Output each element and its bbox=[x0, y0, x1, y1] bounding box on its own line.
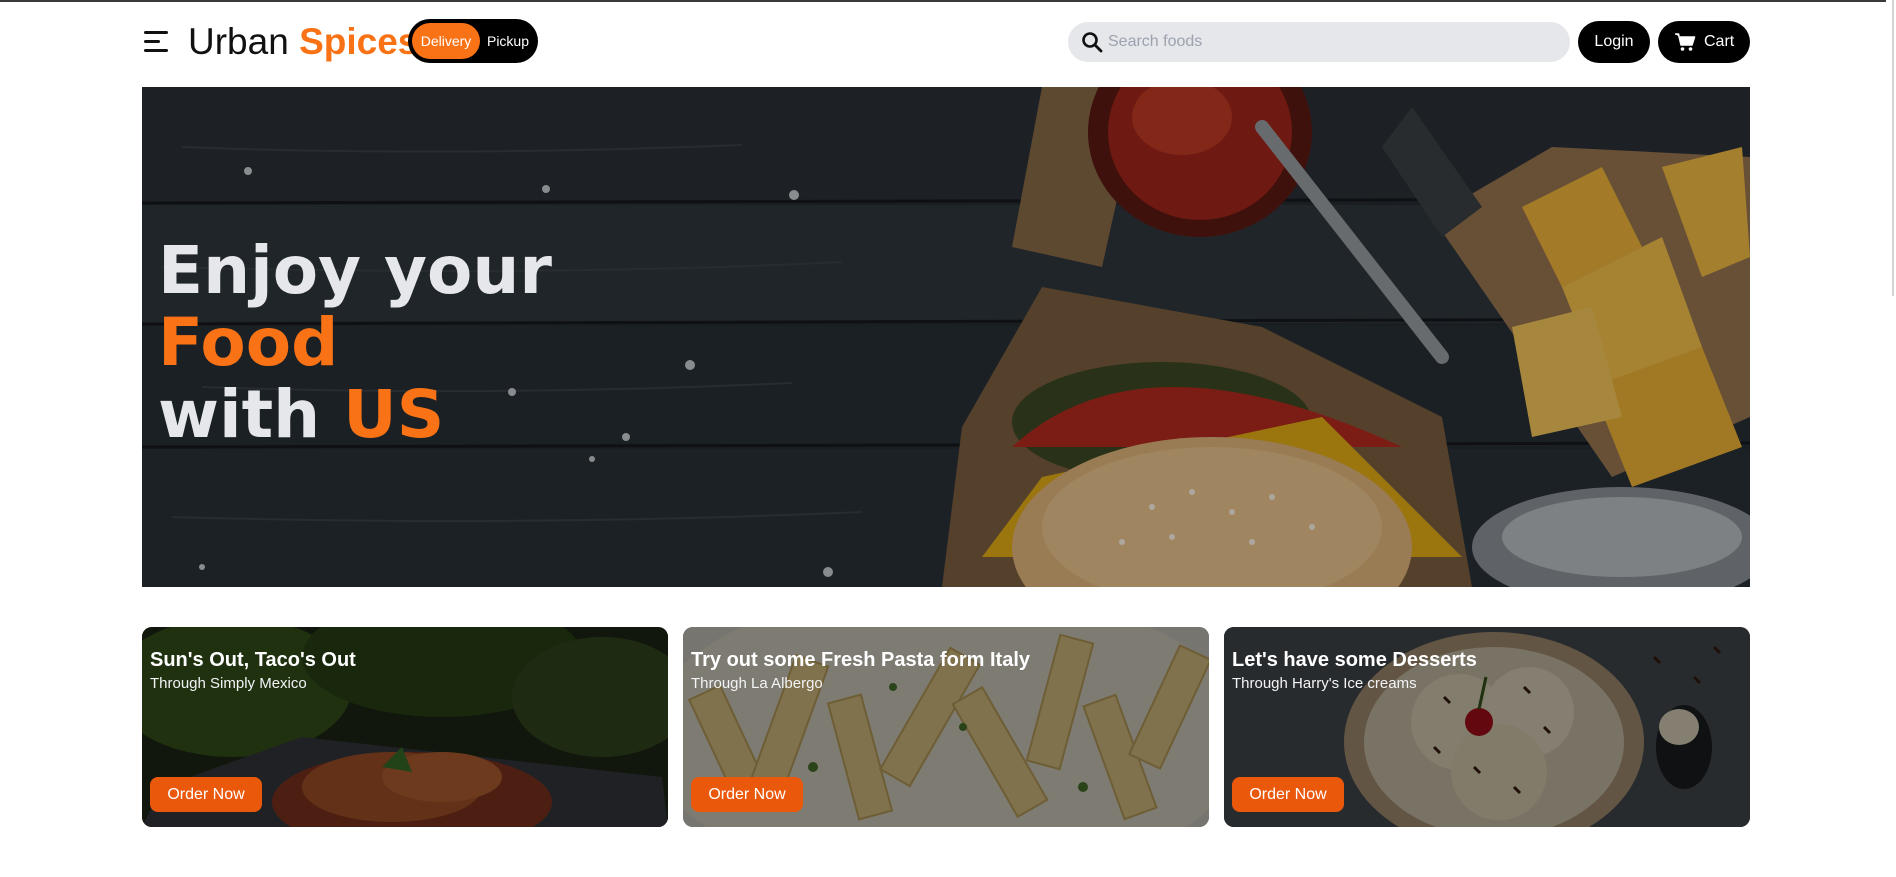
card-subtitle: Through La Albergo bbox=[691, 675, 823, 692]
order-now-button[interactable]: Order Now bbox=[1232, 777, 1344, 812]
brand-name-part1: Urban bbox=[188, 21, 289, 62]
search-icon bbox=[1082, 32, 1103, 53]
navbar: Urban Spices Delivery Pickup Login Cart bbox=[0, 0, 1896, 84]
promo-card-pasta[interactable]: Try out some Fresh Pasta form Italy Thro… bbox=[683, 627, 1209, 827]
cart-label: Cart bbox=[1704, 33, 1735, 50]
card-title: Let's have some Desserts bbox=[1232, 649, 1477, 671]
order-now-button[interactable]: Order Now bbox=[691, 777, 803, 812]
pickup-option[interactable]: Pickup bbox=[482, 23, 534, 59]
promo-card-tacos[interactable]: Sun's Out, Taco's Out Through Simply Mex… bbox=[142, 627, 668, 827]
card-title: Try out some Fresh Pasta form Italy bbox=[691, 649, 1030, 671]
hero-line-2: Food bbox=[158, 304, 339, 381]
search-input[interactable] bbox=[1108, 22, 1558, 62]
card-title: Sun's Out, Taco's Out bbox=[150, 649, 356, 671]
hero-line-3b: US bbox=[343, 376, 445, 453]
cart-button[interactable]: Cart bbox=[1658, 21, 1750, 63]
brand-logo[interactable]: Urban Spices bbox=[188, 20, 418, 64]
hero-banner: Enjoy your Food with US bbox=[142, 87, 1750, 587]
search-bar bbox=[1068, 22, 1570, 62]
login-button[interactable]: Login bbox=[1578, 21, 1650, 63]
hero-line-3a: with bbox=[158, 376, 321, 453]
hero-line-1: Enjoy your bbox=[158, 232, 552, 309]
hero-headline: Enjoy your Food with US bbox=[158, 235, 552, 451]
hamburger-menu-icon[interactable] bbox=[144, 30, 170, 52]
scrollbar[interactable] bbox=[1886, 0, 1896, 877]
delivery-option[interactable]: Delivery bbox=[412, 23, 480, 59]
promo-card-desserts[interactable]: Let's have some Desserts Through Harry's… bbox=[1224, 627, 1750, 827]
delivery-pickup-toggle: Delivery Pickup bbox=[408, 19, 538, 63]
order-now-button[interactable]: Order Now bbox=[150, 777, 262, 812]
card-subtitle: Through Simply Mexico bbox=[150, 675, 307, 692]
brand-name-part2: Spices bbox=[299, 21, 419, 62]
scrollbar-thumb[interactable] bbox=[1892, 0, 1894, 296]
shopping-cart-icon bbox=[1675, 33, 1696, 51]
card-subtitle: Through Harry's Ice creams bbox=[1232, 675, 1417, 692]
